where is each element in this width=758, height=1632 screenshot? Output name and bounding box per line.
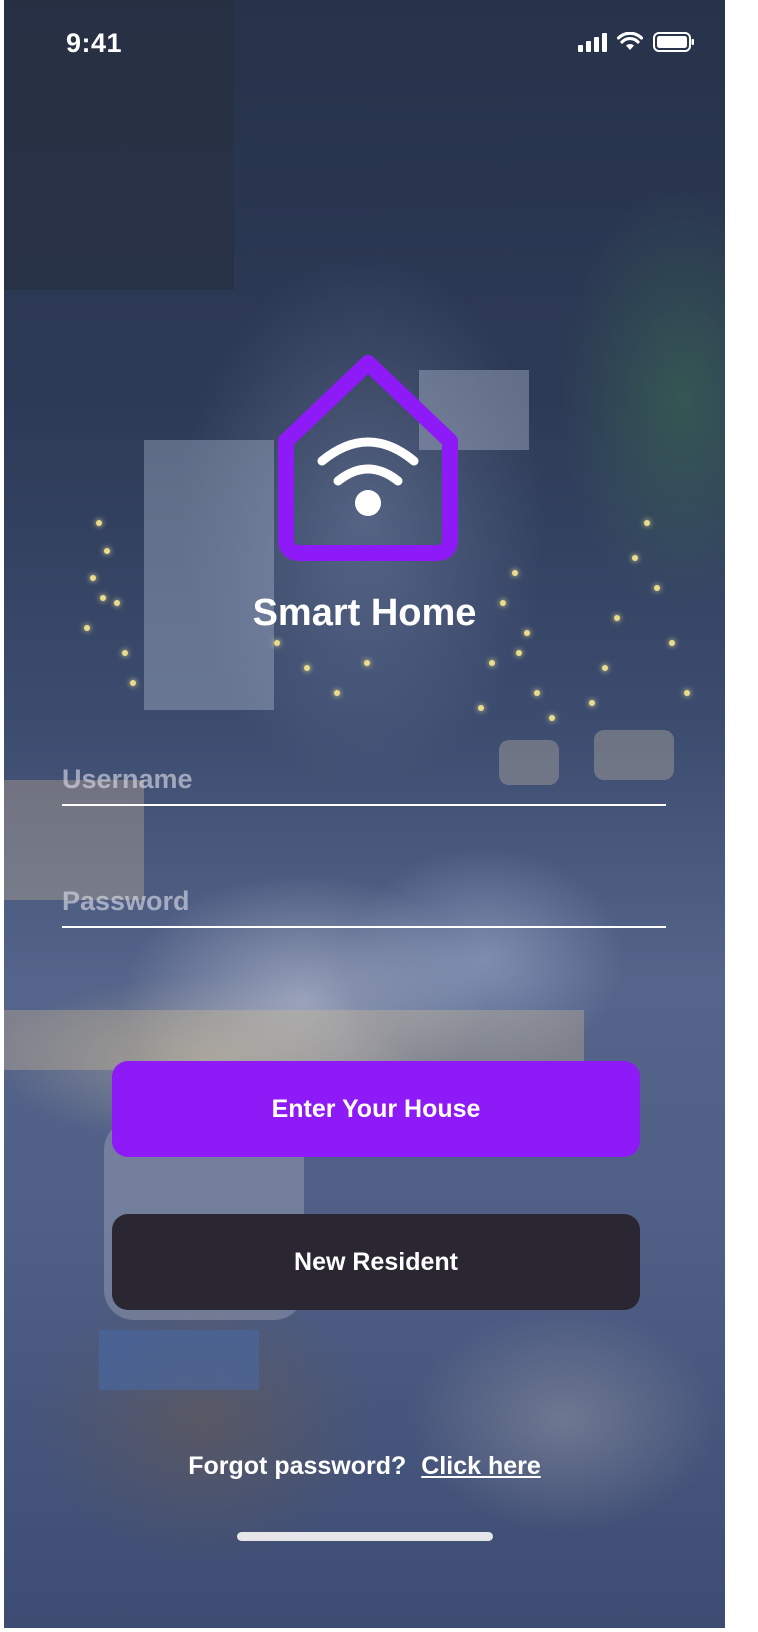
status-bar: 9:41 <box>4 0 725 88</box>
wifi-status-icon <box>617 32 643 50</box>
new-resident-button[interactable]: New Resident <box>112 1214 640 1310</box>
forgot-password-row: Forgot password? Click here <box>4 1452 725 1481</box>
cellular-signal-icon <box>578 32 607 52</box>
status-icons <box>578 32 695 52</box>
login-screen: 9:41 Smart Home Username Enter Your Hous… <box>4 0 725 1628</box>
username-input[interactable] <box>62 746 666 804</box>
battery-icon <box>653 32 694 52</box>
background-books <box>99 1330 259 1390</box>
forgot-password-link[interactable]: Click here <box>421 1452 541 1480</box>
username-field[interactable] <box>62 746 666 806</box>
home-indicator[interactable] <box>237 1532 493 1541</box>
password-field[interactable] <box>62 868 666 928</box>
app-title: Smart Home <box>252 592 477 634</box>
password-input[interactable] <box>62 868 666 926</box>
background-window <box>144 440 274 710</box>
forgot-password-text: Forgot password? <box>188 1452 407 1480</box>
smart-home-logo <box>272 353 464 565</box>
enter-house-button[interactable]: Enter Your House <box>112 1061 640 1157</box>
smart-home-wifi-icon <box>278 355 458 561</box>
status-time: 9:41 <box>66 28 123 58</box>
